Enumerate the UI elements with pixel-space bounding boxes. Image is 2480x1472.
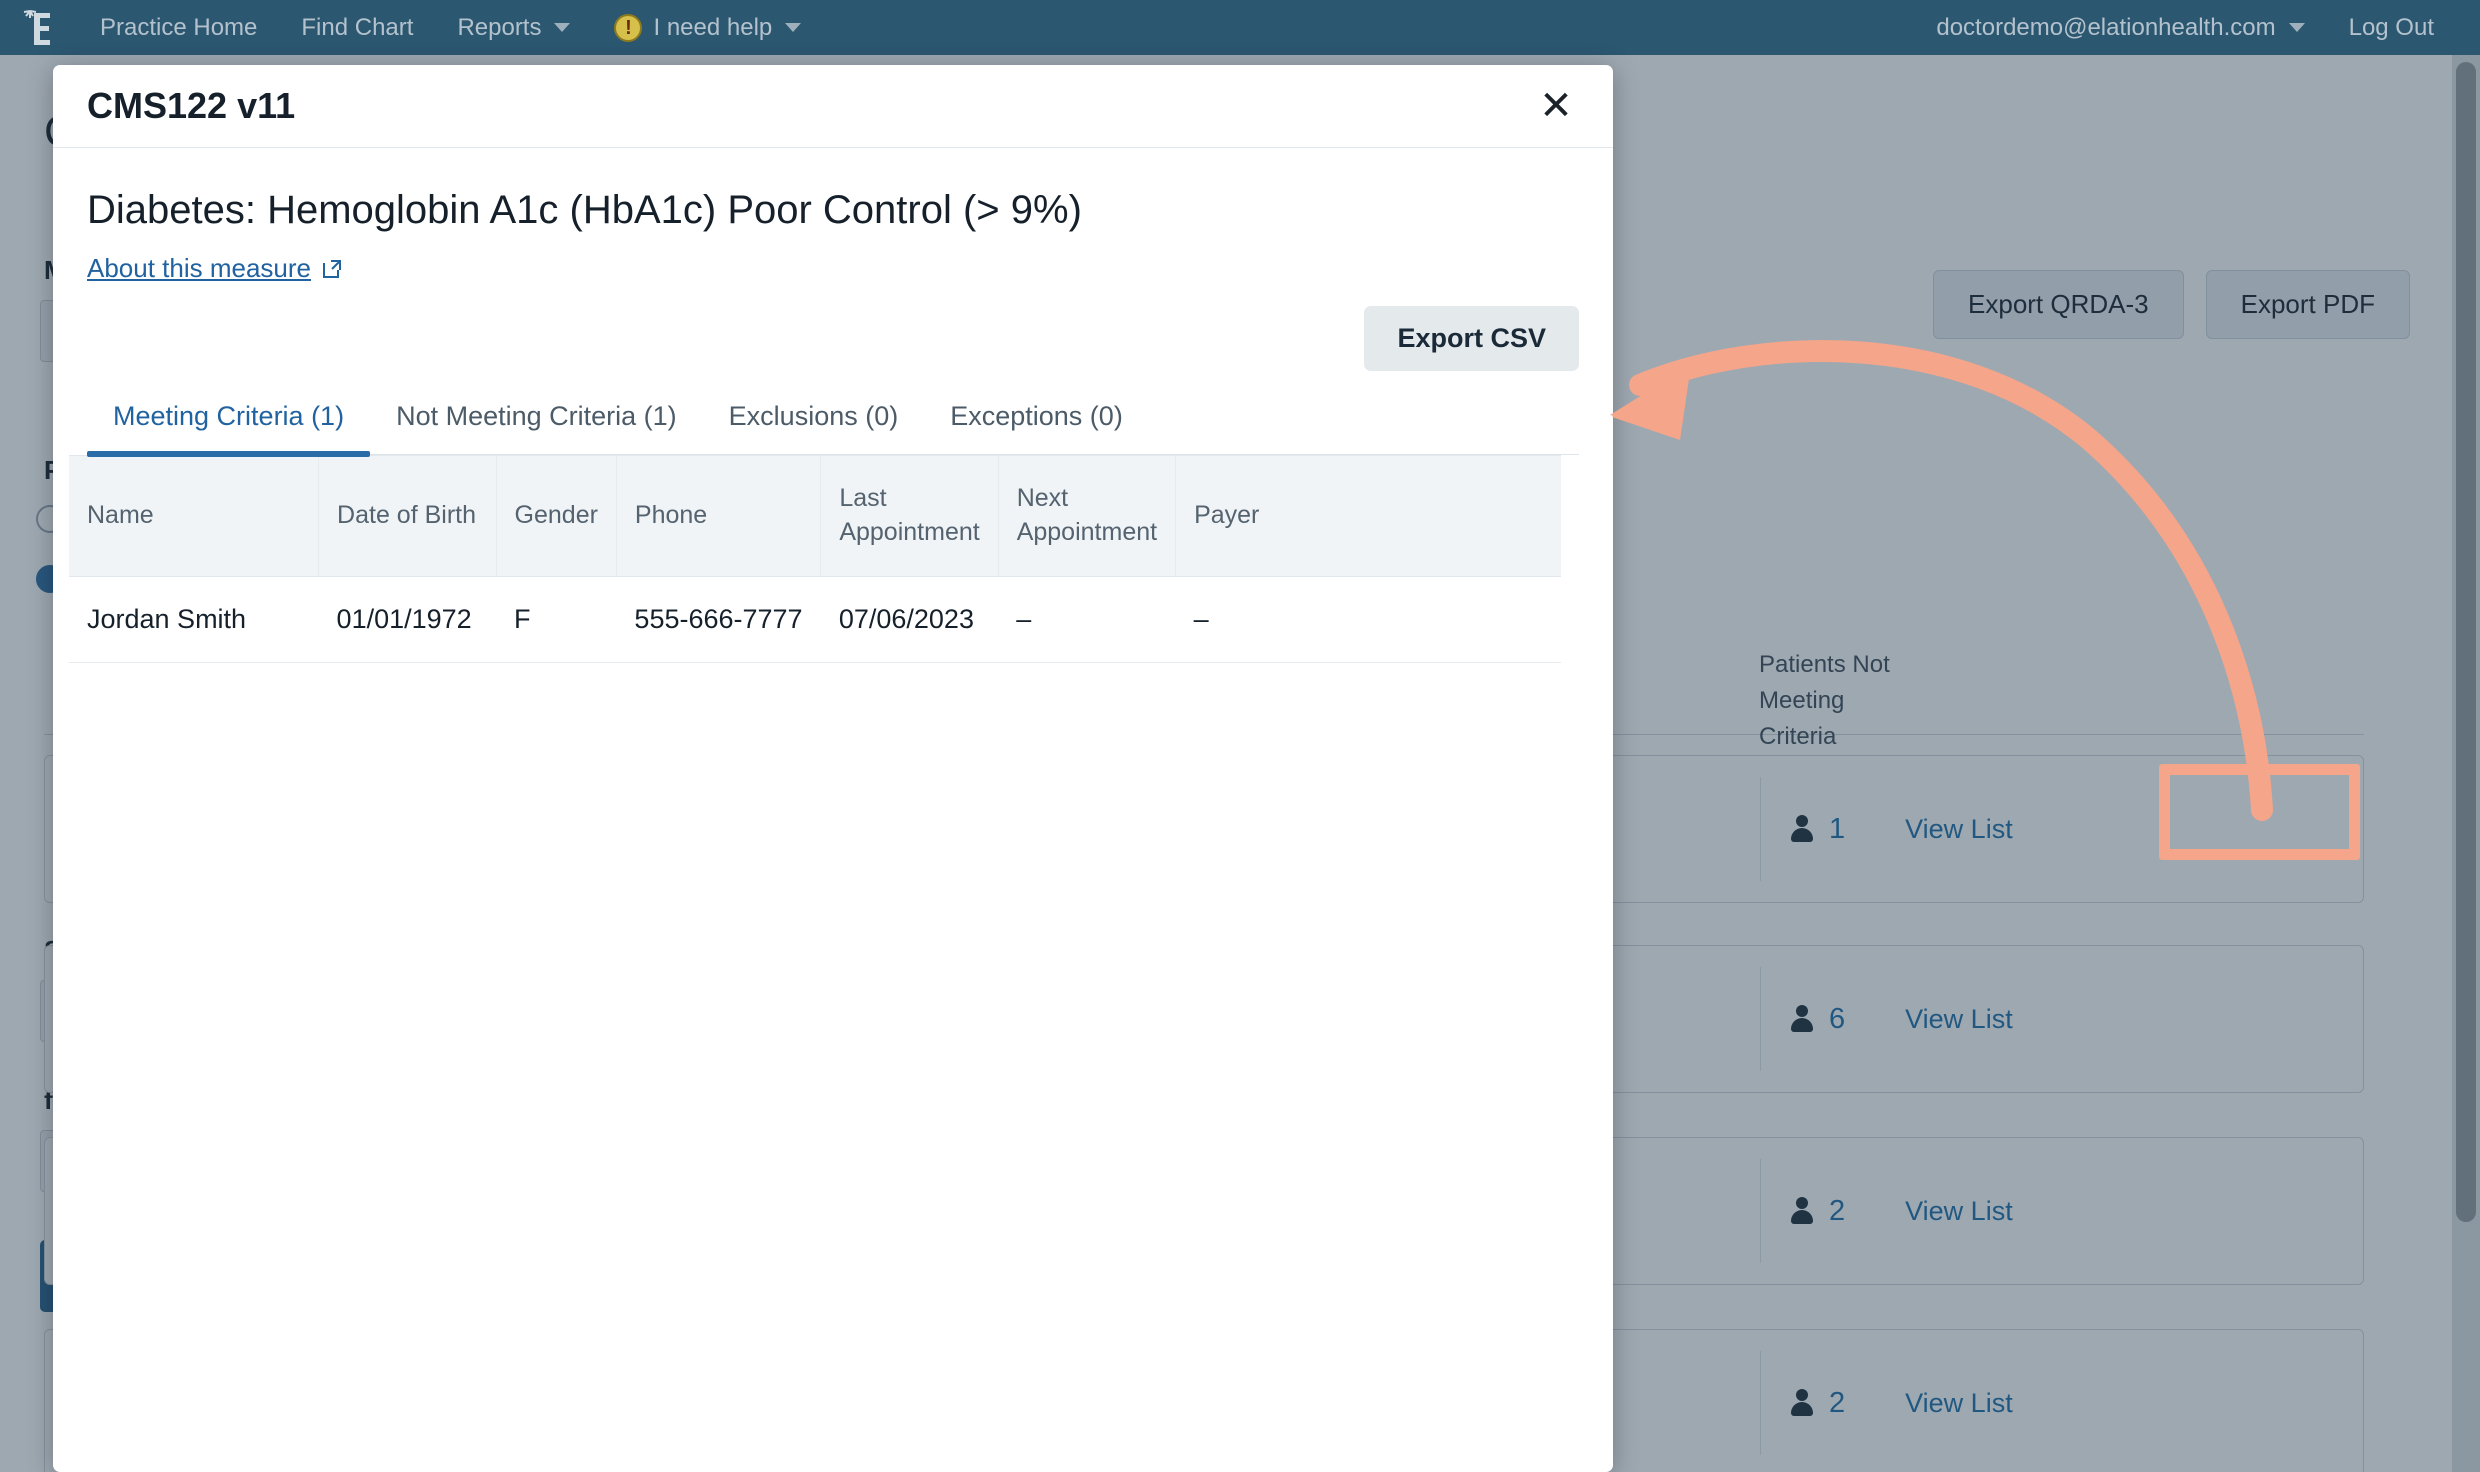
col-header-payer[interactable]: Payer xyxy=(1175,455,1561,577)
col-header-gender[interactable]: Gender xyxy=(496,455,617,577)
col-header-phone[interactable]: Phone xyxy=(616,455,822,577)
page-scrollbar-thumb[interactable] xyxy=(2456,62,2476,1222)
close-icon[interactable]: ✕ xyxy=(1533,83,1579,129)
cell-next-appointment: – xyxy=(998,576,1176,663)
nav-item-practice-home[interactable]: Practice Home xyxy=(78,0,279,55)
nav-item-account[interactable]: doctordemo@elationhealth.com xyxy=(1914,0,2326,55)
tab-not-meeting-criteria[interactable]: Not Meeting Criteria (1) xyxy=(370,401,703,454)
table-row: Jordan Smith 01/01/1972 F 555-666-7777 0… xyxy=(69,576,1561,663)
cell-last-appointment: 07/06/2023 xyxy=(820,576,999,663)
nav-label-find-chart: Find Chart xyxy=(301,13,414,41)
logout-label: Log Out xyxy=(2348,13,2434,41)
nav-label-practice-home: Practice Home xyxy=(100,13,258,41)
modal-export-row: Export CSV xyxy=(87,306,1579,371)
modal-titlebar: CMS122 v11 ✕ xyxy=(53,65,1613,148)
top-navigation-bar: Practice Home Find Chart Reports ! I nee… xyxy=(0,0,2480,55)
cell-payer: – xyxy=(1175,576,1561,663)
warning-exclamation-icon: ! xyxy=(614,13,643,42)
measure-name-heading: Diabetes: Hemoglobin A1c (HbA1c) Poor Co… xyxy=(87,188,1082,232)
cell-date-of-birth: 01/01/1972 xyxy=(318,576,497,663)
chevron-down-icon xyxy=(785,23,802,32)
elation-logo-icon[interactable] xyxy=(0,0,78,55)
col-header-next-appointment[interactable]: Next Appointment xyxy=(998,455,1177,577)
external-link-icon xyxy=(321,258,343,280)
patient-table-head: Name Date of Birth Gender Phone Last App… xyxy=(69,455,1561,577)
modal-title: CMS122 v11 xyxy=(87,85,296,126)
export-csv-button[interactable]: Export CSV xyxy=(1364,306,1579,371)
patient-list-table: Name Date of Birth Gender Phone Last App… xyxy=(69,455,1561,663)
col-header-last-appointment[interactable]: Last Appointment xyxy=(820,455,999,577)
tab-meeting-criteria[interactable]: Meeting Criteria (1) xyxy=(87,401,371,457)
tab-exclusions[interactable]: Exclusions (0) xyxy=(703,401,925,454)
modal-body: Diabetes: Hemoglobin A1c (HbA1c) Poor Co… xyxy=(53,188,1613,663)
cell-gender: F xyxy=(496,576,617,663)
about-this-measure-label: About this measure xyxy=(87,253,312,283)
nav-item-logout[interactable]: Log Out xyxy=(2327,0,2456,55)
patient-table-body: Jordan Smith 01/01/1972 F 555-666-7777 0… xyxy=(69,576,1561,663)
tab-exceptions[interactable]: Exceptions (0) xyxy=(924,401,1149,454)
nav-primary-items: Practice Home Find Chart Reports ! I nee… xyxy=(78,0,823,55)
measure-detail-modal: CMS122 v11 ✕ Diabetes: Hemoglobin A1c (H… xyxy=(53,65,1613,1472)
cell-phone: 555-666-7777 xyxy=(616,576,821,663)
account-email-label: doctordemo@elationhealth.com xyxy=(1936,13,2276,41)
col-header-name[interactable]: Name xyxy=(69,455,320,577)
chevron-down-icon xyxy=(2288,23,2305,32)
nav-item-find-chart[interactable]: Find Chart xyxy=(279,0,435,55)
nav-item-i-need-help[interactable]: ! I need help xyxy=(592,0,823,55)
nav-label-i-need-help: I need help xyxy=(653,13,773,41)
app-root: C M P S f Export QRDA-3 Export PDF Patie… xyxy=(0,0,2480,1472)
chevron-down-icon xyxy=(554,23,571,32)
cell-patient-name[interactable]: Jordan Smith xyxy=(69,576,319,663)
nav-label-reports: Reports xyxy=(457,13,542,41)
col-header-date-of-birth[interactable]: Date of Birth xyxy=(318,455,497,577)
about-this-measure-link[interactable]: About this measure xyxy=(87,253,343,284)
nav-account-area: doctordemo@elationhealth.com Log Out xyxy=(1914,0,2480,55)
modal-tabs: Meeting Criteria (1) Not Meeting Criteri… xyxy=(87,401,1579,457)
table-header-row: Name Date of Birth Gender Phone Last App… xyxy=(69,455,1561,577)
nav-item-reports[interactable]: Reports xyxy=(435,0,592,55)
